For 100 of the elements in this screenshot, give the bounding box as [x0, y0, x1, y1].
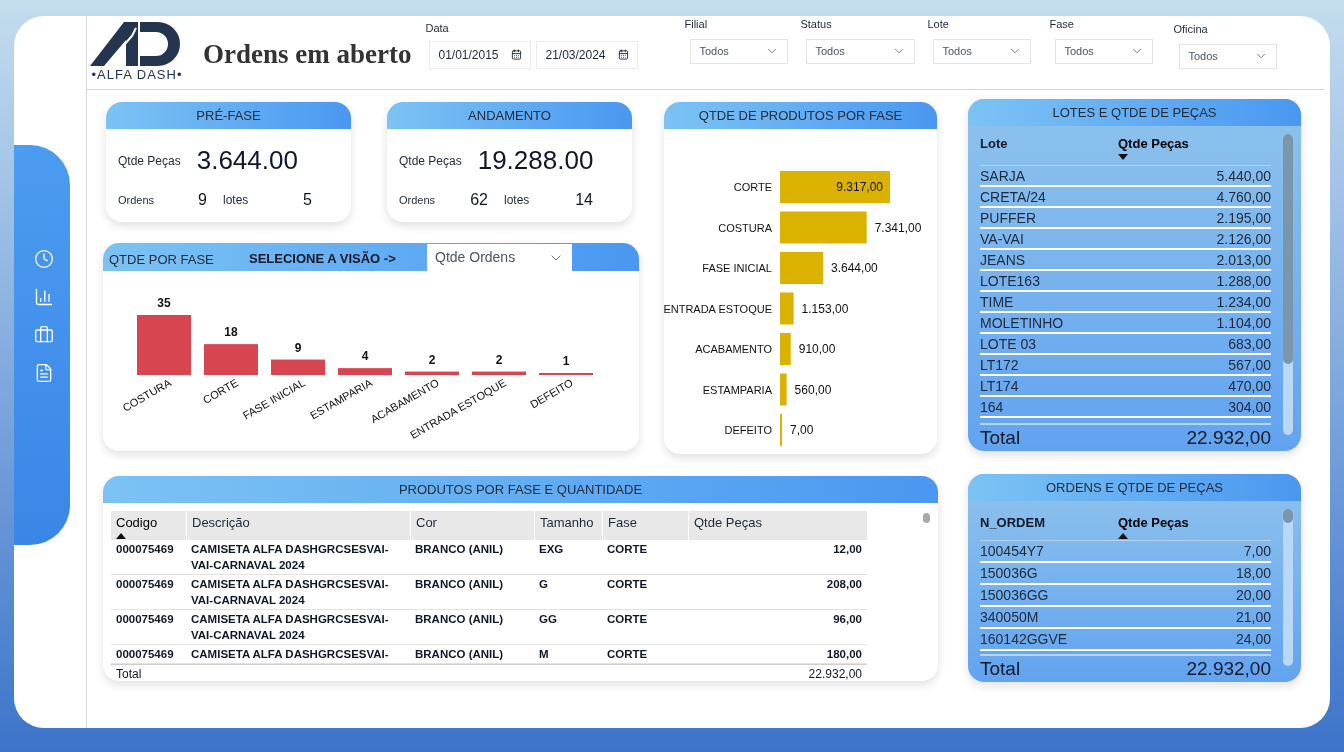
filter-dropdown[interactable]: Todos	[1055, 38, 1154, 64]
table-cell-text: TIME	[980, 292, 1015, 311]
data-label: 18	[224, 325, 238, 340]
briefcase-icon[interactable]	[34, 325, 54, 345]
table-cell-text: LOTE163	[980, 271, 1041, 290]
card-title: ORDENS E QTDE DE PEÇAS	[1046, 478, 1223, 497]
card-title: PRÉ-FASE	[196, 106, 261, 125]
total-label: Total	[980, 425, 1022, 450]
table-cell-text: CAMISETA ALFA DASHGRCSESVAI-VAI-CARNAVAL 2024	[190, 577, 390, 608]
stat-value: 62	[470, 190, 488, 210]
scrollbar[interactable]	[1283, 134, 1293, 435]
data-label: 9	[294, 340, 302, 355]
filter-label: Status	[800, 17, 833, 32]
column-header[interactable]: N_ORDEM	[980, 513, 1118, 533]
column-header[interactable]: Tamanho	[540, 513, 597, 533]
axis-label: CORTE	[733, 181, 772, 193]
date-field[interactable]: 21/03/2024	[536, 40, 639, 69]
total-value: 22.932,00	[807, 665, 863, 681]
column-header[interactable]: Cor	[416, 513, 529, 533]
table-cell-text: PUFFER	[980, 208, 1037, 227]
column-header[interactable]: Qtde Peças	[694, 513, 862, 533]
table-cell-text: 683,00	[1227, 334, 1271, 353]
filter-label: Data	[425, 21, 450, 36]
filter-label: Filial	[684, 17, 709, 32]
scrollbar-thumb[interactable]	[923, 513, 930, 523]
table-cell-text: 2.013,00	[1215, 250, 1271, 269]
filter-dropdown[interactable]: Todos	[1179, 43, 1278, 69]
table-cell-text: MOLETINHO	[980, 313, 1065, 332]
stat-label: Ordens	[399, 192, 436, 208]
filter-label: Lote	[927, 17, 950, 32]
data-label: 35	[157, 296, 171, 310]
filter-label: Fase	[1049, 17, 1075, 32]
stat-label: lotes	[223, 192, 249, 209]
table-cell-text: 000075469	[115, 647, 175, 662]
column-header[interactable]: Qtde Peças	[1118, 513, 1271, 533]
card-title: QTDE POR FASE	[109, 250, 215, 269]
table-cell-text: BRANCO (ANIL)	[414, 542, 505, 557]
clock-icon[interactable]	[34, 249, 54, 269]
table-cell-text: EXG	[538, 542, 565, 557]
column-header[interactable]: Codigo	[116, 513, 181, 533]
table-cell-text: 18,00	[1234, 564, 1271, 582]
table-cell-text: SARJA	[980, 166, 1027, 185]
table-cell-text: M	[538, 647, 550, 662]
table-cell-text: CORTE	[606, 577, 649, 592]
table-cell-text: CORTE	[606, 647, 649, 662]
scrollbar[interactable]	[1283, 509, 1293, 666]
table-cell-text: 150036GG	[980, 586, 1050, 604]
bar	[137, 315, 191, 375]
total-label: Total	[115, 665, 143, 681]
stat-value: 5	[303, 190, 312, 210]
table-cell-text: CAMISETA ALFA DASHGRCSESVAI-	[190, 647, 390, 662]
bar	[780, 333, 791, 365]
table-cell-text: LT174	[980, 376, 1020, 395]
table-cell-text: 1.104,00	[1215, 313, 1271, 332]
scrollbar-thumb[interactable]	[1283, 509, 1293, 523]
table-cell-text: JEANS	[980, 250, 1027, 269]
table-cell-text: 000075469	[115, 612, 175, 627]
table-cell-text: LOTE 03	[980, 334, 1038, 353]
column-header[interactable]: Qtde Peças	[1118, 134, 1271, 154]
table-cell-text: 1.234,00	[1215, 292, 1271, 311]
stat-value: 14	[575, 190, 593, 210]
filter-dropdown[interactable]: Todos	[806, 38, 916, 64]
card-title: ANDAMENTO	[468, 106, 551, 125]
data-label: 4	[361, 349, 369, 364]
axis-label: FASE INICIAL	[702, 262, 772, 274]
filter-dropdown[interactable]: Todos	[933, 38, 1032, 64]
table-cell-text: 164	[980, 397, 1005, 416]
filter-dropdown[interactable]: Todos	[690, 38, 789, 64]
calendar-icon	[618, 49, 630, 60]
logo-text: •ALFA DASH•	[91, 68, 183, 81]
filter-label: Oficina	[1173, 22, 1209, 37]
table-cell-text: 340050M	[980, 608, 1040, 626]
table-cell-text: 000075469	[115, 577, 175, 592]
column-header[interactable]: Fase	[608, 513, 683, 533]
card-title: PRODUTOS POR FASE E QUANTIDADE	[398, 480, 643, 499]
total-value: 22.932,00	[1185, 425, 1271, 450]
scrollbar-thumb[interactable]	[1283, 134, 1293, 364]
table-cell-text: 304,00	[1227, 397, 1271, 416]
view-select[interactable]: Qtde Ordens	[427, 244, 572, 271]
table-cell-text: 5.440,00	[1215, 166, 1271, 185]
table-cell-text: CRETA/24	[980, 187, 1047, 206]
bar-chart-icon[interactable]	[34, 287, 54, 307]
data-label: 2	[495, 352, 503, 367]
date-field[interactable]: 01/01/2015	[429, 40, 532, 69]
column-header[interactable]: Descrição	[192, 513, 405, 533]
table-cell-text: 12,00	[832, 542, 863, 557]
table-cell-text: CORTE	[606, 542, 649, 557]
document-icon[interactable]	[34, 363, 54, 383]
axis-label: ACABAMENTO	[695, 343, 772, 355]
data-label: 1.153,00	[801, 301, 849, 316]
axis-label: ENTRADA ESTOQUE	[664, 302, 772, 315]
bar	[204, 344, 258, 375]
total-value: 22.932,00	[1185, 656, 1271, 681]
stat-label: Ordens	[118, 192, 155, 208]
table-cell-text: 7,00	[1242, 542, 1271, 560]
table-cell-text: 2.195,00	[1215, 208, 1271, 227]
table-cell-text: BRANCO (ANIL)	[414, 577, 505, 592]
table-cell-text: LT172	[980, 355, 1020, 374]
column-header[interactable]: Lote	[980, 134, 1118, 154]
table-cell-text: 1.288,00	[1215, 271, 1271, 290]
